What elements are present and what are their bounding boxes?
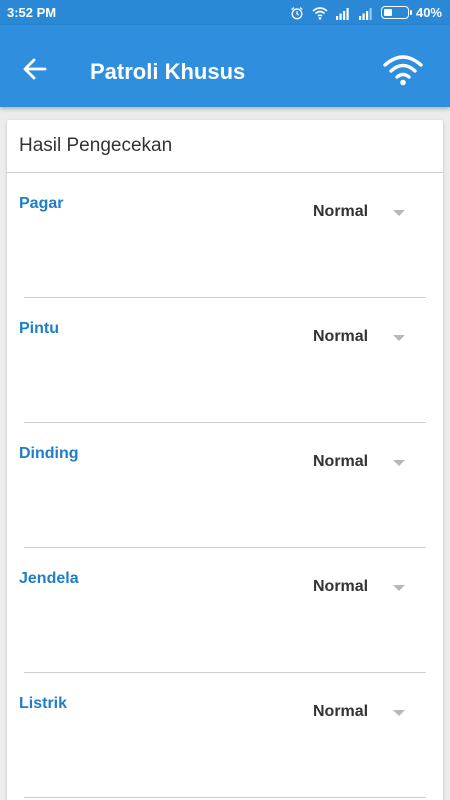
signal-icon-2 — [358, 7, 372, 20]
dropdown-value: Normal — [313, 578, 369, 595]
dropdown-arrow-icon — [393, 210, 405, 216]
dropdown-value: Normal — [313, 453, 369, 470]
app-bar: Patroli Khusus — [0, 25, 450, 107]
check-results-card: Hasil Pengecekan Pagar Normal Pintu Norm… — [7, 120, 443, 800]
dropdown-arrow-icon — [393, 460, 405, 466]
status-time: 3:52 PM — [7, 5, 57, 20]
row-label: Listrik — [19, 695, 68, 712]
check-row-listrik: Listrik Normal — [7, 673, 443, 798]
status-bar: 3:52 PM 40% — [0, 0, 450, 25]
status-dropdown[interactable]: Normal — [307, 449, 427, 479]
battery-fill — [383, 9, 392, 16]
status-dropdown[interactable]: Normal — [307, 199, 427, 229]
status-dropdown[interactable]: Normal — [307, 699, 427, 729]
page-title: Patroli Khusus — [90, 59, 246, 84]
dropdown-arrow-icon — [393, 585, 405, 591]
row-label: Dinding — [19, 445, 79, 462]
wifi-icon[interactable] — [382, 53, 424, 87]
dropdown-value: Normal — [313, 203, 369, 220]
signal-icon — [335, 7, 349, 20]
check-row-dinding: Dinding Normal — [7, 423, 443, 548]
dropdown-value: Normal — [313, 328, 369, 345]
check-row-pagar: Pagar Normal — [7, 173, 443, 298]
check-row-pintu: Pintu Normal — [7, 298, 443, 423]
row-label: Jendela — [19, 570, 79, 587]
row-label: Pintu — [19, 320, 59, 337]
alarm-icon — [291, 6, 303, 19]
card-header: Hasil Pengecekan — [7, 120, 443, 173]
back-arrow-icon[interactable] — [20, 54, 50, 84]
wifi-status-icon — [312, 6, 328, 20]
row-label: Pagar — [19, 195, 64, 212]
dropdown-arrow-icon — [393, 710, 405, 716]
dropdown-value: Normal — [313, 703, 369, 720]
status-icons: 40% — [289, 4, 442, 21]
status-dropdown[interactable]: Normal — [307, 574, 427, 604]
row-divider — [24, 797, 426, 798]
check-row-jendela: Jendela Normal — [7, 548, 443, 673]
battery-percent: 40% — [415, 5, 442, 20]
status-dropdown[interactable]: Normal — [307, 324, 427, 354]
battery-icon — [380, 6, 412, 19]
dropdown-arrow-icon — [393, 335, 405, 341]
